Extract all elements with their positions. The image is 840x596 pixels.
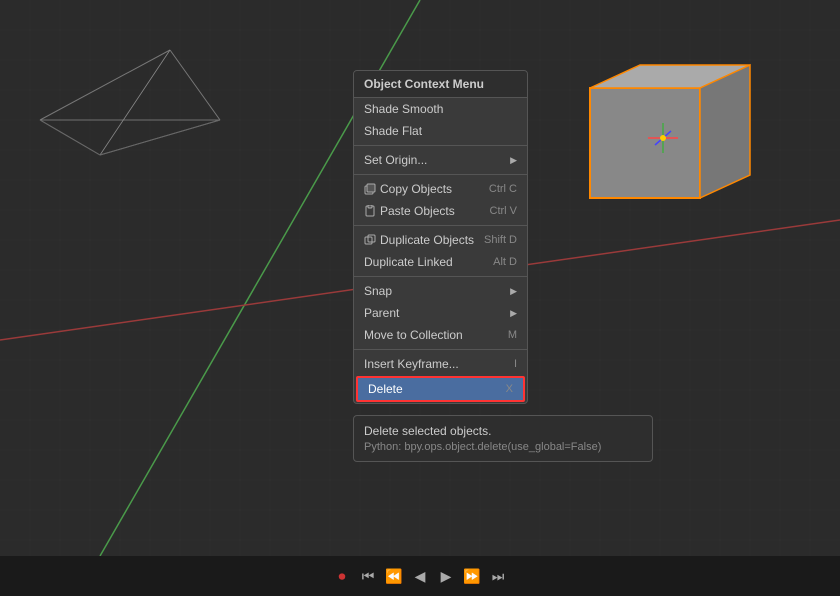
record-button[interactable]: ⏺ [332, 566, 352, 586]
step-forward-button[interactable]: ⏩ [462, 566, 482, 586]
menu-item-paste-objects[interactable]: Paste Objects Ctrl V [354, 200, 527, 222]
menu-item-move-to-collection[interactable]: Move to Collection M [354, 324, 527, 346]
menu-item-duplicate-objects[interactable]: Duplicate Objects Shift D [354, 229, 527, 251]
menu-item-copy-objects[interactable]: Copy Objects Ctrl C [354, 178, 527, 200]
menu-item-snap[interactable]: Snap [354, 280, 527, 302]
play-button[interactable]: ▶ [436, 566, 456, 586]
separator-3 [354, 225, 527, 226]
play-back-button[interactable]: ◀ [410, 566, 430, 586]
menu-item-delete[interactable]: Delete X [356, 376, 525, 402]
menu-item-parent[interactable]: Parent [354, 302, 527, 324]
separator-4 [354, 276, 527, 277]
menu-item-insert-keyframe[interactable]: Insert Keyframe... I [354, 353, 527, 375]
context-menu-title: Object Context Menu [354, 71, 527, 98]
paste-icon [364, 205, 376, 217]
menu-item-set-origin[interactable]: Set Origin... [354, 149, 527, 171]
context-menu: Object Context Menu Shade Smooth Shade F… [353, 70, 528, 404]
tooltip: Delete selected objects. Python: bpy.ops… [353, 415, 653, 462]
tooltip-python: Python: bpy.ops.object.delete(use_global… [364, 441, 642, 453]
jump-start-button[interactable]: ⏮ [358, 566, 378, 586]
step-back-button[interactable]: ⏪ [384, 566, 404, 586]
menu-item-shade-flat[interactable]: Shade Flat [354, 120, 527, 142]
duplicate-icon [364, 234, 376, 246]
diamond-object [40, 50, 220, 155]
menu-item-shade-smooth[interactable]: Shade Smooth [354, 98, 527, 120]
jump-end-button[interactable]: ⏭ [488, 566, 508, 586]
tooltip-title: Delete selected objects. [364, 424, 642, 438]
separator-2 [354, 174, 527, 175]
separator-1 [354, 145, 527, 146]
menu-item-duplicate-linked[interactable]: Duplicate Linked Alt D [354, 251, 527, 273]
bottom-toolbar: ⏺ ⏮ ⏪ ◀ ▶ ⏩ ⏭ [0, 556, 840, 596]
copy-icon [364, 183, 376, 195]
separator-5 [354, 349, 527, 350]
cube-object [590, 65, 750, 198]
